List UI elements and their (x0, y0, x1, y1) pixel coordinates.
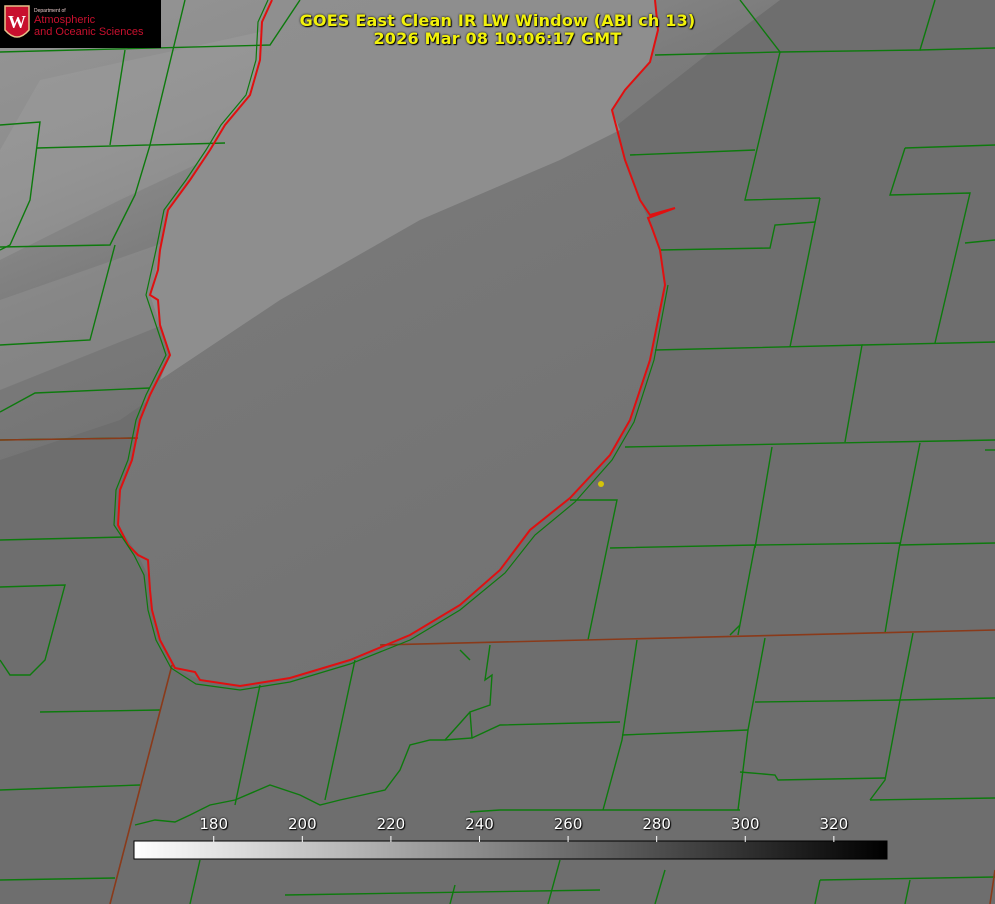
colorbar-tick-label: 180 (199, 815, 229, 833)
satellite-map (0, 0, 995, 904)
image-timestamp: 2026 Mar 08 10:06:17 GMT (373, 29, 622, 48)
colorbar-tick-label: 220 (376, 815, 406, 833)
colorbar-tick-label: 260 (553, 815, 583, 833)
colorbar-tick-label: 300 (730, 815, 760, 833)
image-title: GOES East Clean IR LW Window (ABI ch 13) (299, 11, 696, 30)
colorbar-tick-label: 200 (287, 815, 317, 833)
colorbar-tick-label: 240 (465, 815, 494, 833)
station-dot-icon (598, 481, 604, 487)
colorbar (133, 840, 888, 860)
colorbar-tick-label: 320 (819, 815, 849, 833)
satellite-map-view: W Department of Atmospheric and Oceanic … (0, 0, 995, 904)
colorbar-tick-label: 280 (642, 815, 671, 833)
